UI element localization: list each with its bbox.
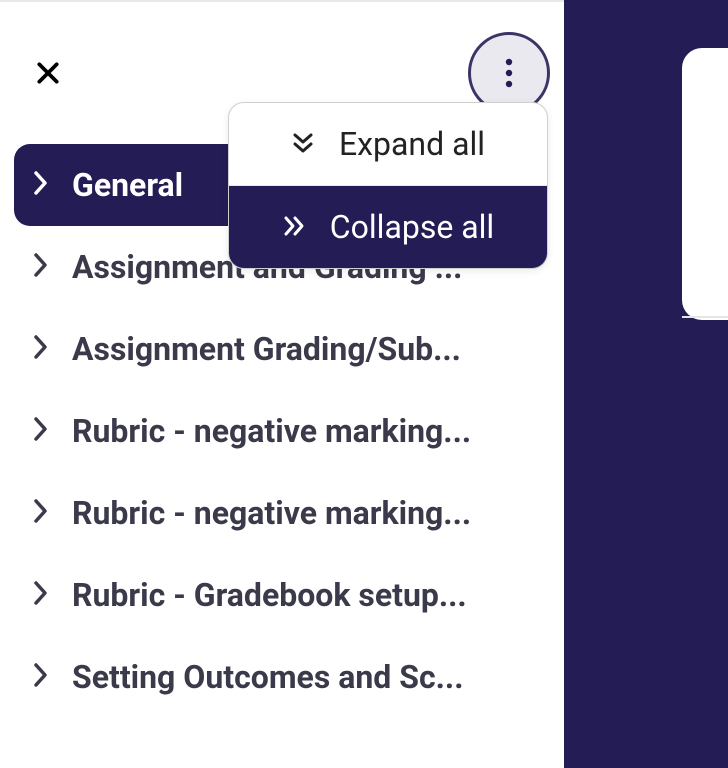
chevron-right-icon xyxy=(32,580,50,610)
more-vertical-icon xyxy=(505,58,513,88)
dropdown-label: Collapse all xyxy=(330,208,494,246)
nav-item-label: Rubric - negative marking... xyxy=(72,494,471,532)
chevron-right-icon xyxy=(32,416,50,446)
collapse-all-option[interactable]: Collapse all xyxy=(229,186,547,268)
expand-all-option[interactable]: Expand all xyxy=(229,103,547,186)
content-card xyxy=(682,48,728,320)
chevron-right-icon xyxy=(32,334,50,364)
chevron-right-icon xyxy=(32,170,50,200)
nav-item-label: Setting Outcomes and Sc... xyxy=(72,658,463,696)
chevron-right-icon xyxy=(32,498,50,528)
chevron-right-icon xyxy=(32,662,50,692)
close-button[interactable] xyxy=(30,55,66,91)
chevron-double-right-icon xyxy=(282,208,306,246)
nav-item-assignment-grading-sub[interactable]: Assignment Grading/Sub... xyxy=(14,308,546,390)
nav-item-label: Rubric - negative marking... xyxy=(72,412,471,450)
nav-item-rubric-negative-1[interactable]: Rubric - negative marking... xyxy=(14,390,546,472)
dropdown-label: Expand all xyxy=(339,125,485,163)
nav-item-setting-outcomes[interactable]: Setting Outcomes and Sc... xyxy=(14,636,546,718)
nav-item-label: Rubric - Gradebook setup... xyxy=(72,576,467,614)
content-backdrop xyxy=(564,0,728,768)
nav-item-label: Assignment Grading/Sub... xyxy=(72,330,461,368)
navigation-panel: General Assignment and Grading ... Assig… xyxy=(0,0,564,768)
chevron-double-down-icon xyxy=(291,125,315,163)
nav-item-label: General xyxy=(72,166,183,204)
nav-item-rubric-gradebook[interactable]: Rubric - Gradebook setup... xyxy=(14,554,546,636)
expand-collapse-menu: Expand all Collapse all xyxy=(228,102,548,269)
close-icon xyxy=(35,60,61,86)
chevron-right-icon xyxy=(32,252,50,282)
nav-item-rubric-negative-2[interactable]: Rubric - negative marking... xyxy=(14,472,546,554)
